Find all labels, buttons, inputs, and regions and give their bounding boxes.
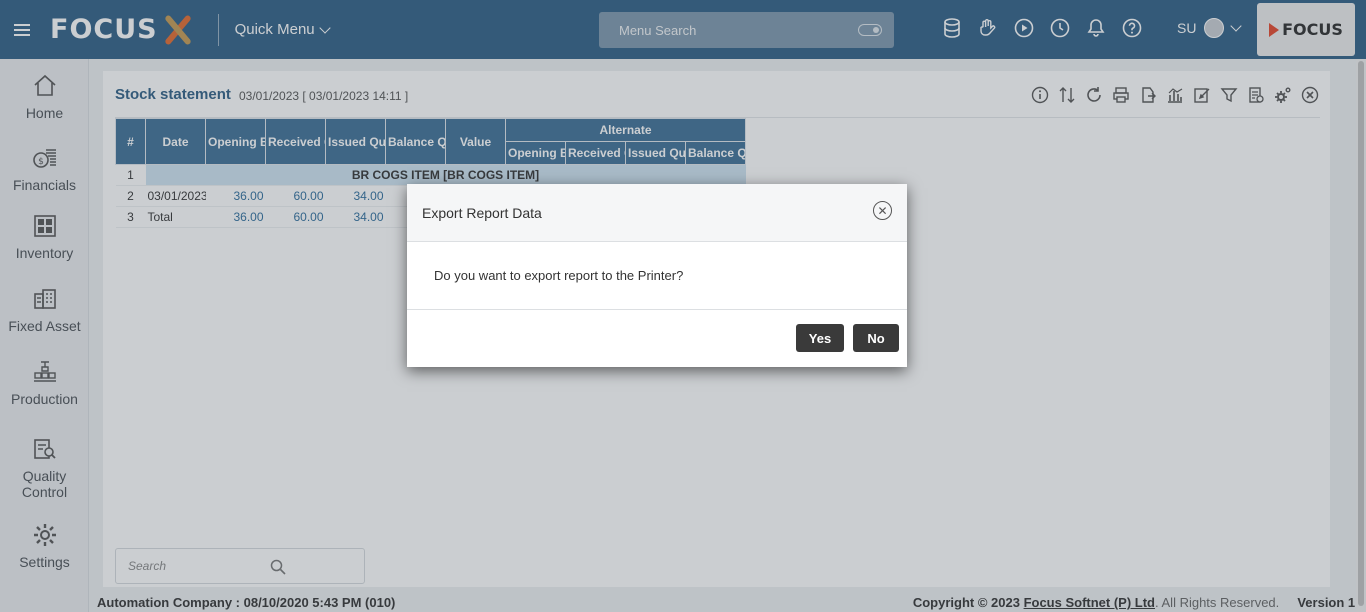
dialog-body: Do you want to export report to the Prin… (407, 242, 907, 310)
export-dialog: Export Report Data ✕ Do you want to expo… (407, 184, 907, 367)
no-button[interactable]: No (853, 324, 899, 352)
dialog-message: Do you want to export report to the Prin… (434, 268, 684, 283)
dialog-footer: Yes No (407, 310, 907, 367)
dialog-title: Export Report Data (422, 205, 542, 221)
dialog-header: Export Report Data ✕ (407, 184, 907, 242)
yes-button[interactable]: Yes (796, 324, 844, 352)
close-icon[interactable]: ✕ (873, 201, 892, 220)
